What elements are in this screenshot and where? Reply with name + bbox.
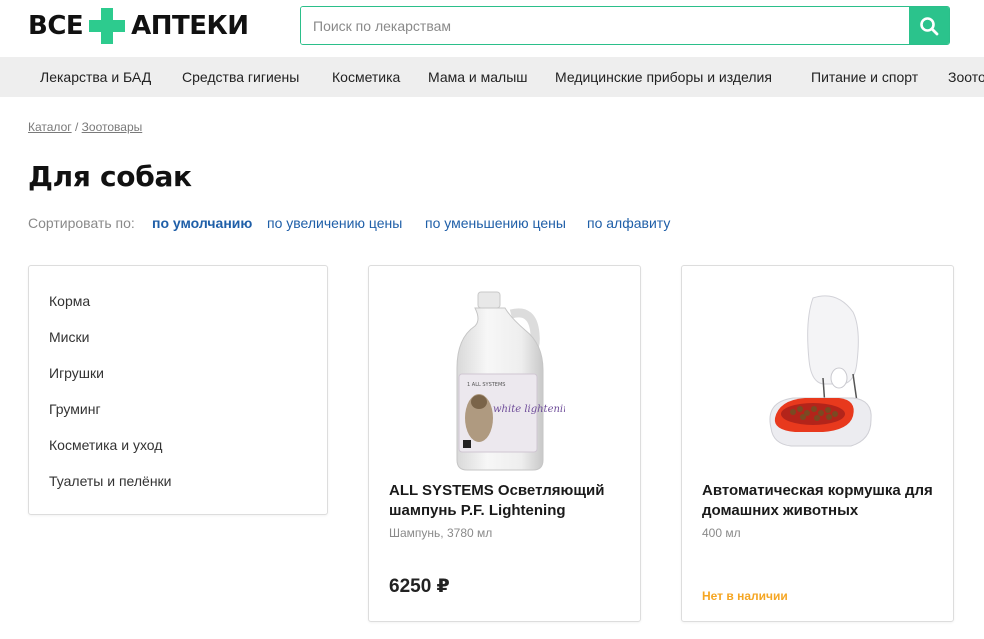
shampoo-bottle-icon: 1 ALL SYSTEMS white lightening bbox=[456, 291, 565, 471]
search-input[interactable] bbox=[301, 7, 909, 44]
nav-item-cosmetics[interactable]: Косметика bbox=[332, 57, 400, 97]
nav-item-hygiene[interactable]: Средства гигиены bbox=[182, 57, 299, 97]
sort-label: Сортировать по: bbox=[28, 215, 135, 231]
sort-bar: Сортировать по: по умолчанию по увеличен… bbox=[28, 215, 670, 231]
breadcrumb-pet-goods-link[interactable]: Зоотовары bbox=[82, 120, 143, 134]
logo-cross-icon bbox=[89, 8, 126, 44]
site-header: ВСЕ АПТЕКИ bbox=[0, 0, 984, 57]
page-title: Для собак bbox=[28, 160, 192, 193]
sort-option-price-asc[interactable]: по увеличению цены bbox=[267, 215, 402, 231]
nav-item-medicines[interactable]: Лекарства и БАД bbox=[40, 57, 151, 97]
sidebar-item-toilets-pads[interactable]: Туалеты и пелёнки bbox=[49, 473, 172, 489]
sidebar-item-cosmetics-care[interactable]: Косметика и уход bbox=[49, 437, 162, 453]
logo-text-left: ВСЕ bbox=[28, 11, 84, 41]
sidebar-item-food[interactable]: Корма bbox=[49, 293, 90, 309]
nav-item-medical-devices[interactable]: Медицинские приборы и изделия bbox=[555, 57, 772, 97]
breadcrumb-catalog-link[interactable]: Каталог bbox=[28, 120, 72, 134]
product-image-shampoo[interactable]: 1 ALL SYSTEMS white lightening bbox=[369, 278, 640, 478]
product-image-feeder[interactable] bbox=[682, 278, 953, 478]
search-icon bbox=[920, 16, 939, 35]
product-title[interactable]: ALL SYSTEMS Осветляющий шампунь P.F. Lig… bbox=[389, 481, 629, 521]
pet-feeder-icon bbox=[769, 295, 872, 447]
sort-option-default[interactable]: по умолчанию bbox=[152, 215, 252, 231]
breadcrumb: Каталог / Зоотовары bbox=[28, 120, 142, 134]
svg-text:1 ALL SYSTEMS: 1 ALL SYSTEMS bbox=[467, 382, 505, 388]
svg-text:white lightening: white lightening bbox=[493, 404, 565, 415]
search-bar bbox=[300, 6, 950, 45]
nav-item-pet-goods[interactable]: Зоотовары bbox=[948, 57, 984, 97]
product-card[interactable]: 1 ALL SYSTEMS white lightening ALL SYSTE… bbox=[368, 265, 641, 622]
search-button[interactable] bbox=[909, 7, 949, 44]
nav-item-nutrition-sport[interactable]: Питание и спорт bbox=[811, 57, 918, 97]
product-subtitle: 400 мл bbox=[702, 526, 741, 540]
out-of-stock-label: Нет в наличии bbox=[702, 589, 788, 603]
sort-option-alphabet[interactable]: по алфавиту bbox=[587, 215, 670, 231]
site-logo[interactable]: ВСЕ АПТЕКИ bbox=[28, 8, 249, 44]
product-card[interactable]: Автоматическая кормушка для домашних жив… bbox=[681, 265, 954, 622]
product-subtitle: Шампунь, 3780 мл bbox=[389, 526, 493, 540]
product-price: 6250 ₽ bbox=[389, 576, 450, 597]
sidebar-item-bowls[interactable]: Миски bbox=[49, 329, 89, 345]
sidebar-item-toys[interactable]: Игрушки bbox=[49, 365, 104, 381]
subcategory-sidebar: Корма Миски Игрушки Груминг Косметика и … bbox=[28, 265, 328, 515]
logo-text-right: АПТЕКИ bbox=[131, 11, 249, 41]
nav-item-mother-baby[interactable]: Мама и малыш bbox=[428, 57, 528, 97]
sidebar-item-grooming[interactable]: Груминг bbox=[49, 401, 101, 417]
category-nav: Лекарства и БАД Средства гигиены Космети… bbox=[0, 57, 984, 97]
sort-option-price-desc[interactable]: по уменьшению цены bbox=[425, 215, 566, 231]
breadcrumb-separator: / bbox=[74, 120, 79, 134]
product-title[interactable]: Автоматическая кормушка для домашних жив… bbox=[702, 481, 942, 521]
